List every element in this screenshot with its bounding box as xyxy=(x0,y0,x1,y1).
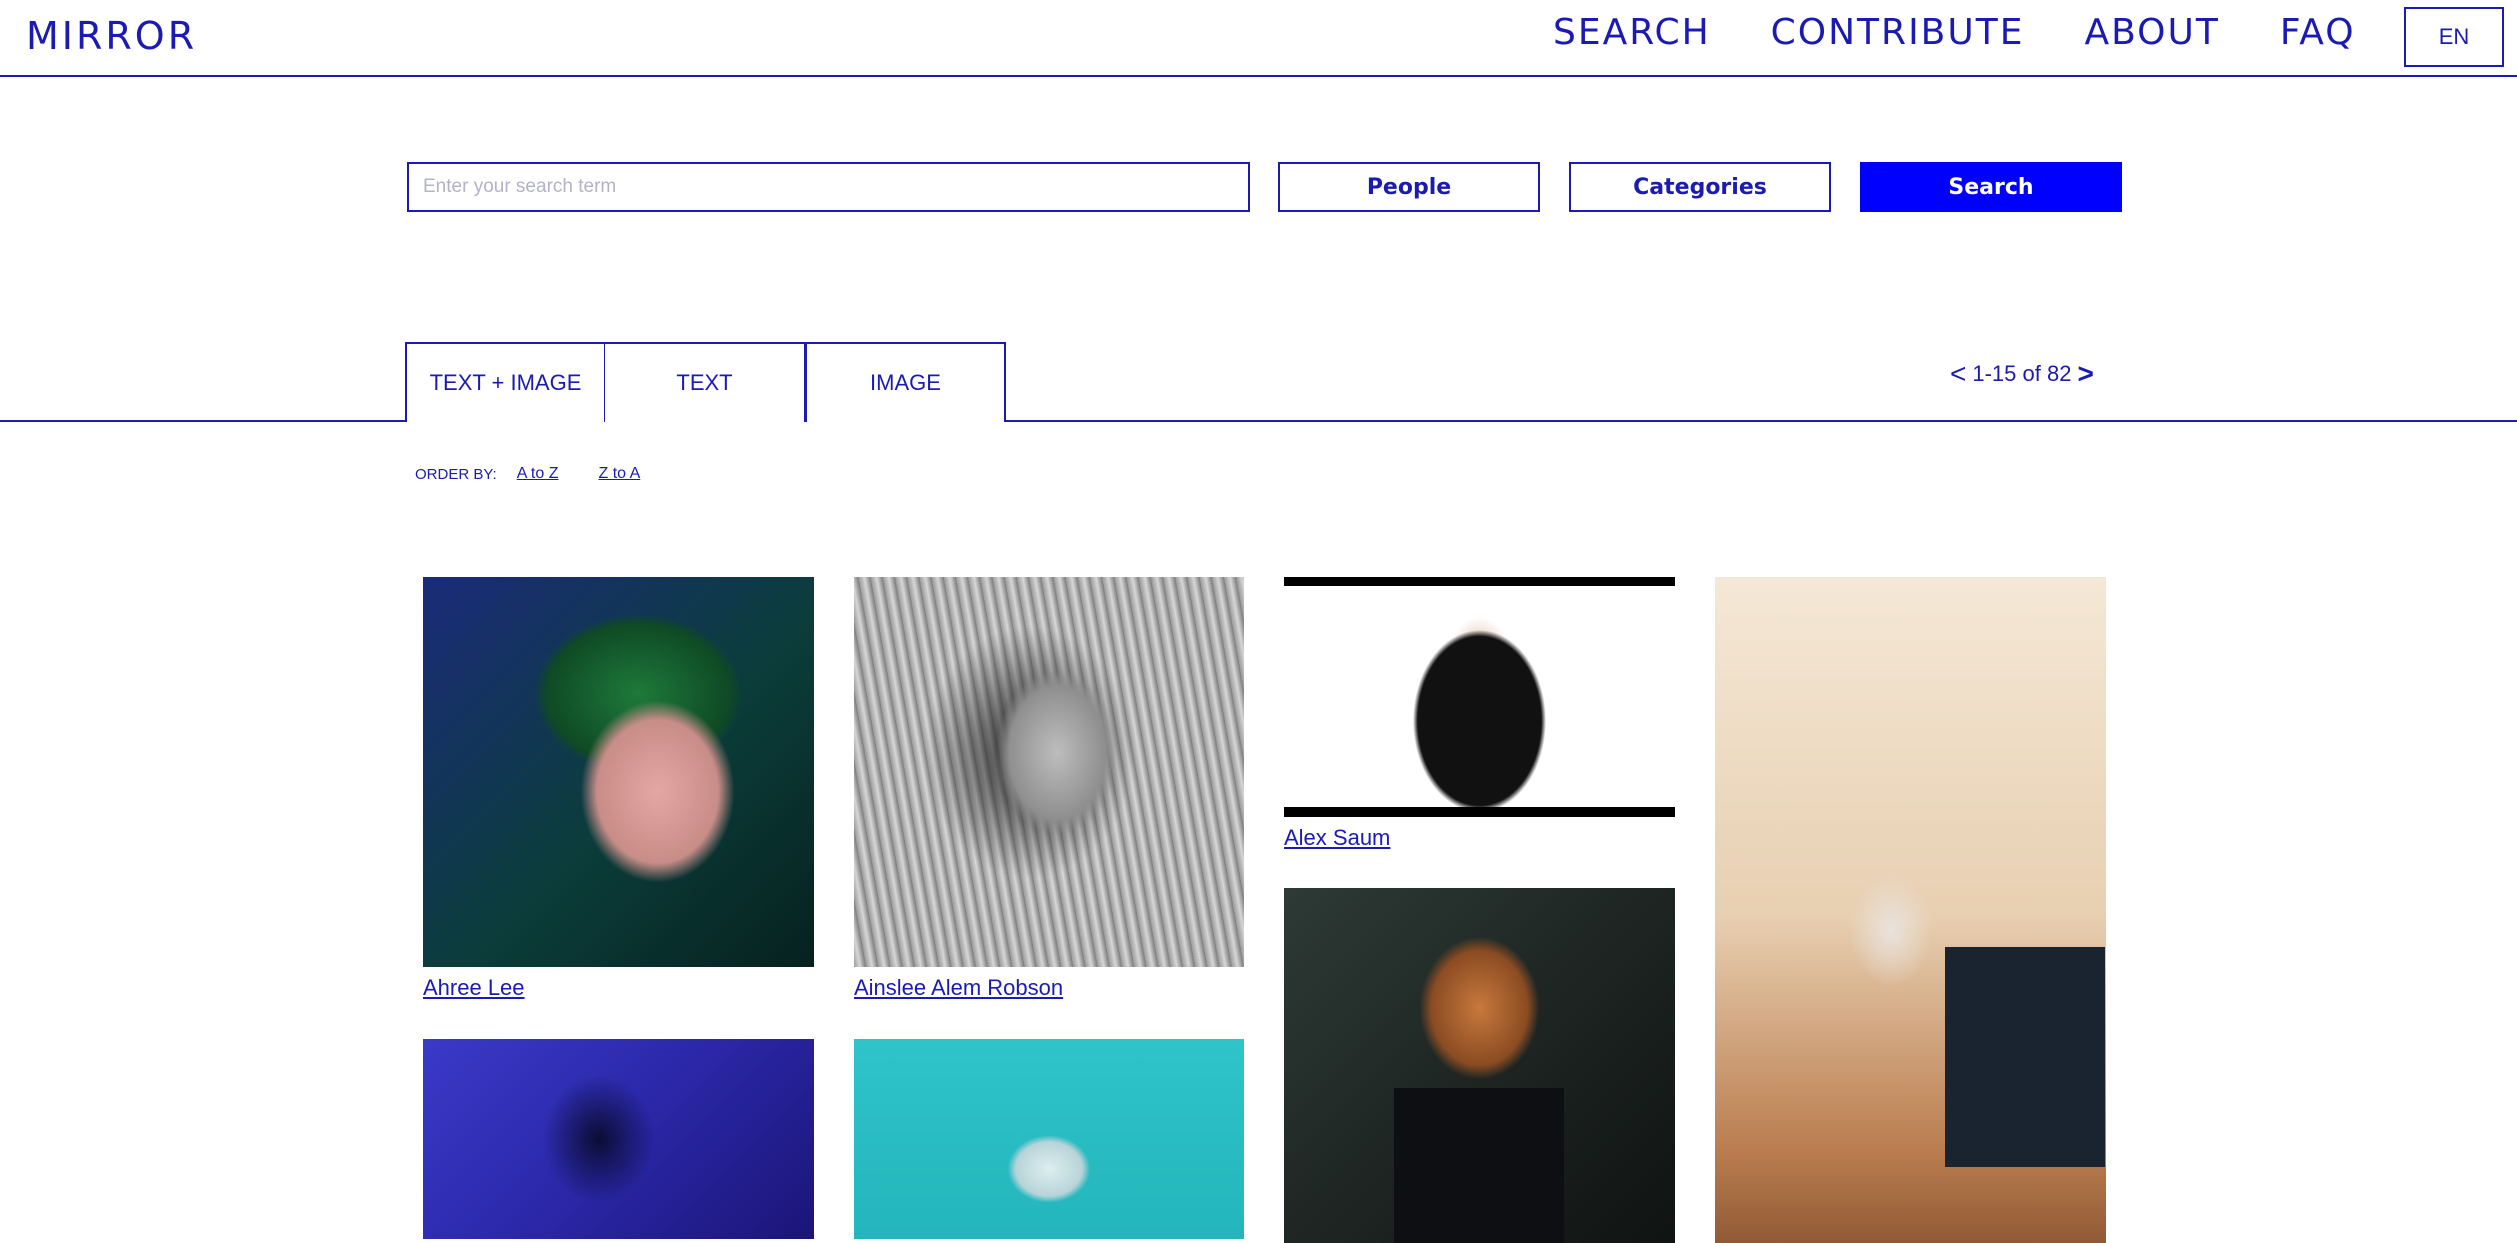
tab-text[interactable]: TEXT xyxy=(605,342,806,422)
pagination: < 1-15 of 82 > xyxy=(1950,358,2094,390)
result-image[interactable] xyxy=(854,1039,1244,1239)
people-filter-button[interactable]: People xyxy=(1278,162,1540,212)
result-card[interactable]: Alex Saum xyxy=(1284,577,1675,851)
nav-about[interactable]: ABOUT xyxy=(2084,12,2219,53)
result-image[interactable] xyxy=(1715,577,2106,1243)
result-name-link[interactable]: Ahree Lee xyxy=(423,975,814,1001)
result-image[interactable] xyxy=(423,577,814,967)
language-button[interactable]: EN xyxy=(2404,7,2504,67)
order-by-control: ORDER BY: A to Z Z to A xyxy=(415,465,640,483)
tab-text-image[interactable]: TEXT + IMAGE xyxy=(405,342,606,422)
result-card[interactable] xyxy=(1284,888,1675,1243)
result-card[interactable] xyxy=(1715,577,2106,1243)
next-page-icon[interactable]: > xyxy=(2077,358,2093,390)
main-nav: SEARCH CONTRIBUTE ABOUT FAQ xyxy=(1553,12,2416,53)
tabs-divider xyxy=(0,420,2517,422)
result-image[interactable] xyxy=(1284,888,1675,1243)
result-card[interactable] xyxy=(854,1039,1244,1243)
result-card[interactable]: Ahree Lee xyxy=(423,577,814,1001)
nav-search[interactable]: SEARCH xyxy=(1553,12,1711,53)
result-card[interactable] xyxy=(423,1039,814,1243)
site-header: MIRROR SEARCH CONTRIBUTE ABOUT FAQ EN xyxy=(0,0,2517,77)
search-input[interactable] xyxy=(407,162,1250,212)
order-a-to-z-link[interactable]: A to Z xyxy=(517,465,559,483)
result-card[interactable]: Ainslee Alem Robson xyxy=(854,577,1244,1001)
nav-contribute[interactable]: CONTRIBUTE xyxy=(1771,12,2025,53)
result-name-link[interactable]: Alex Saum xyxy=(1284,825,1675,851)
tab-image[interactable]: IMAGE xyxy=(805,342,1006,424)
order-z-to-a-link[interactable]: Z to A xyxy=(598,465,640,483)
result-image[interactable] xyxy=(1284,577,1675,817)
prev-page-icon[interactable]: < xyxy=(1950,358,1966,390)
page-range: 1-15 of 82 xyxy=(1972,361,2072,386)
result-image[interactable] xyxy=(854,577,1244,967)
order-by-label: ORDER BY: xyxy=(415,465,497,483)
categories-filter-button[interactable]: Categories xyxy=(1569,162,1831,212)
site-logo[interactable]: MIRROR xyxy=(26,14,197,58)
result-image[interactable] xyxy=(423,1039,814,1239)
result-name-link[interactable]: Ainslee Alem Robson xyxy=(854,975,1244,1001)
search-button[interactable]: Search xyxy=(1860,162,2122,212)
nav-faq[interactable]: FAQ xyxy=(2280,12,2356,53)
